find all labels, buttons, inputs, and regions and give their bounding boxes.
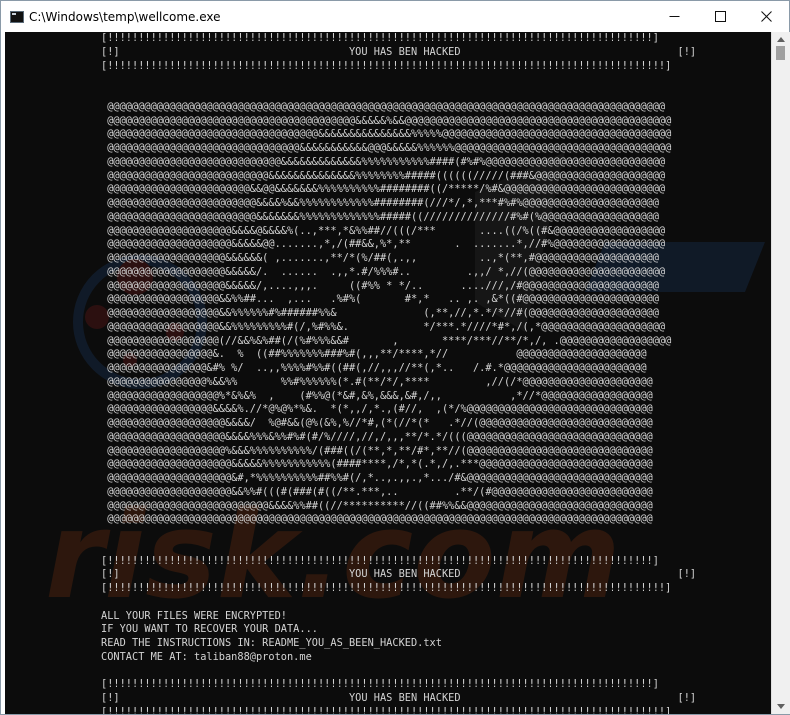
- console-line: [!!!!!!!!!!!!!!!!!!!!!!!!!!!!!!!!!!!!!!!…: [101, 32, 659, 44]
- maximize-button[interactable]: [697, 1, 743, 32]
- console-line: @@@@@@@@@@@@@@@@@@%*&%&% , (#%%@(*&#,&%,…: [101, 389, 653, 402]
- console-line: @@@@@@@@@@@@@@@@@@&&%%%%%%%%%#(/,%#%%&. …: [101, 320, 666, 333]
- console-output-area[interactable]: risk.com [!!!!!!!!!!!!!!!!!!!!!!!!!!!!!!…: [5, 32, 771, 714]
- console-line: @@@@@@@@@@@@@@@@@@@@@@@@@@@@@@@@@@&&&&&&…: [101, 128, 672, 141]
- console-line: [!!!!!!!!!!!!!!!!!!!!!!!!!!!!!!!!!!!!!!!…: [101, 678, 659, 691]
- console-line: [!] YOU HAS BEN HACKED [!]: [101, 692, 697, 704]
- console-line: @@@@@@@@@@@@@@@@@@@@@@@@@@&&&&&&&&&&&&&&…: [101, 169, 666, 182]
- console-line: @@@@@@@@@@@@@@@@@@@@&&&&&@@.......,*,/(#…: [101, 238, 666, 251]
- console-window: C:\Windows\temp\wellcome.exe risk.com [!…: [0, 0, 790, 715]
- console-line: IF YOU WANT TO RECOVER YOUR DATA...: [101, 623, 318, 636]
- console-line: [!!!!!!!!!!!!!!!!!!!!!!!!!!!!!!!!!!!!!!!…: [101, 59, 672, 72]
- console-app-icon: [10, 10, 24, 23]
- console-line: @@@@@@@@@@@@@@@@@@@@&#,*%%%%%%%%%%##%%#(…: [101, 472, 653, 484]
- console-line: @@@@@@@@@@@@@@@@@&&&&%.//*@%@%*%&. *(*,,…: [101, 403, 653, 416]
- console-line: @@@@@@@@@@@@@@@@@@@&&&&/ %@#&&(@%(&%,%//…: [101, 417, 653, 429]
- console-line: @@@@@@@@@@@@@@@@@@@@@@@&&@@&&&&&&&%%%%%%…: [101, 183, 666, 196]
- scroll-up-icon[interactable]: [777, 37, 785, 42]
- window-controls: [651, 1, 789, 32]
- console-line: @@@@@@@@@@@@@@@@@@@&&&&&&( ,.......,**/*…: [101, 252, 659, 264]
- console-line: @@@@@@@@@@@@@@@@@@&&%%%%%%#%######%%& (,…: [101, 307, 659, 319]
- close-icon: [760, 11, 772, 22]
- console-line: @@@@@@@@@@@@@@@@%&&%% %%#%%%%%%(*.#(**/*…: [101, 375, 653, 388]
- console-line: @@@@@@@@@@@@@@@@&#% %/ ..,,%%%%#%%#((##(…: [101, 362, 647, 374]
- scrollbar-thumb[interactable]: [776, 46, 785, 60]
- console-line: @@@@@@@@@@@@@@@@@@@@@@@@@@@@@@@&&&&&&&&&…: [101, 142, 672, 154]
- console-text: [!!!!!!!!!!!!!!!!!!!!!!!!!!!!!!!!!!!!!!!…: [5, 32, 696, 714]
- console-line: @@@@@@@@@@@@@@@@@@@@@@@@&&&&&&&%%%%%%%%%…: [101, 210, 659, 223]
- console-line: @@@@@@@@@@@@@@@@@@@%&&&%%%%%%%%%%/(###((…: [101, 444, 653, 457]
- console-line: [!] YOU HAS BEN HACKED [!]: [101, 45, 697, 58]
- console-line: ALL YOUR FILES WERE ENCRYPTED!: [101, 609, 287, 622]
- console-line: @@@@@@@@@@@@@@@@@@@&&&&%%%&%%#%#(#/%////…: [101, 430, 653, 443]
- console-line: @@@@@@@@@@@@@@@@@@@&&&&&/. ...... .,,*.#…: [101, 265, 666, 278]
- console-line: CONTACT ME AT: taliban88@proton.me: [101, 650, 312, 663]
- console-line: [!!!!!!!!!!!!!!!!!!!!!!!!!!!!!!!!!!!!!!!…: [101, 705, 672, 714]
- console-line: @@@@@@@@@@@@@@@@@@@@@@@@@@&&&&%%##((//**…: [101, 499, 653, 512]
- window-title: C:\Windows\temp\wellcome.exe: [29, 9, 221, 24]
- minimize-icon: [669, 16, 679, 17]
- console-line: @@@@@@@@@@@@@@@@@@&&%%##... ,... .%#%( #…: [101, 293, 659, 306]
- console-line: @@@@@@@@@@@@@@@@@@@&&&&&/,....,,,. ((#%%…: [101, 279, 659, 292]
- console-line: @@@@@@@@@@@@@@@@@@@@@@@@@@@@@@@@@@@@@@@@…: [101, 513, 653, 526]
- console-line: [!!!!!!!!!!!!!!!!!!!!!!!!!!!!!!!!!!!!!!!…: [101, 582, 672, 594]
- console-line: @@@@@@@@@@@@@@@@@@@@&&%%#(((#(###(#((/**…: [101, 485, 653, 498]
- close-button[interactable]: [743, 1, 789, 32]
- console-line: @@@@@@@@@@@@@@@@@@@@@@@@@@@@@@@@@@@@@@@@…: [101, 100, 666, 113]
- console-line: READ THE INSTRUCTIONS IN: README_YOU_AS_…: [101, 637, 442, 649]
- vertical-scrollbar[interactable]: [771, 32, 790, 714]
- console-line: @@@@@@@@@@@@@@@@@@@@@@@@@@@@@@@@@@@@@@@@…: [101, 114, 672, 127]
- scroll-down-icon[interactable]: [777, 704, 785, 709]
- console-line: @@@@@@@@@@@@@@@@@@@@&&&&@&&&&%(..,***,*&…: [101, 224, 666, 237]
- console-line: [!!!!!!!!!!!!!!!!!!!!!!!!!!!!!!!!!!!!!!!…: [101, 554, 659, 567]
- maximize-icon: [714, 11, 726, 22]
- console-line: @@@@@@@@@@@@@@@@@@@@@@@@@@@@&&&&&&&&&&&&…: [101, 155, 666, 168]
- console-line: [!] YOU HAS BEN HACKED [!]: [101, 568, 697, 581]
- title-bar[interactable]: C:\Windows\temp\wellcome.exe: [1, 1, 789, 32]
- console-line: @@@@@@@@@@@@@@@@@@(//&&%&%##(/(%#%%%&&# …: [101, 334, 672, 347]
- minimize-button[interactable]: [651, 1, 697, 32]
- console-line: @@@@@@@@@@@@@@@@@@@@@@@@&&&&%&&%%%%%%%%%…: [101, 197, 659, 209]
- console-line: @@@@@@@@@@@@@@@@@&. % ((##%%%%%%%###%#(,…: [101, 348, 647, 361]
- console-line: @@@@@@@@@@@@@@@@@@@@&&&&&%%%%%%%%%%%(###…: [101, 458, 653, 471]
